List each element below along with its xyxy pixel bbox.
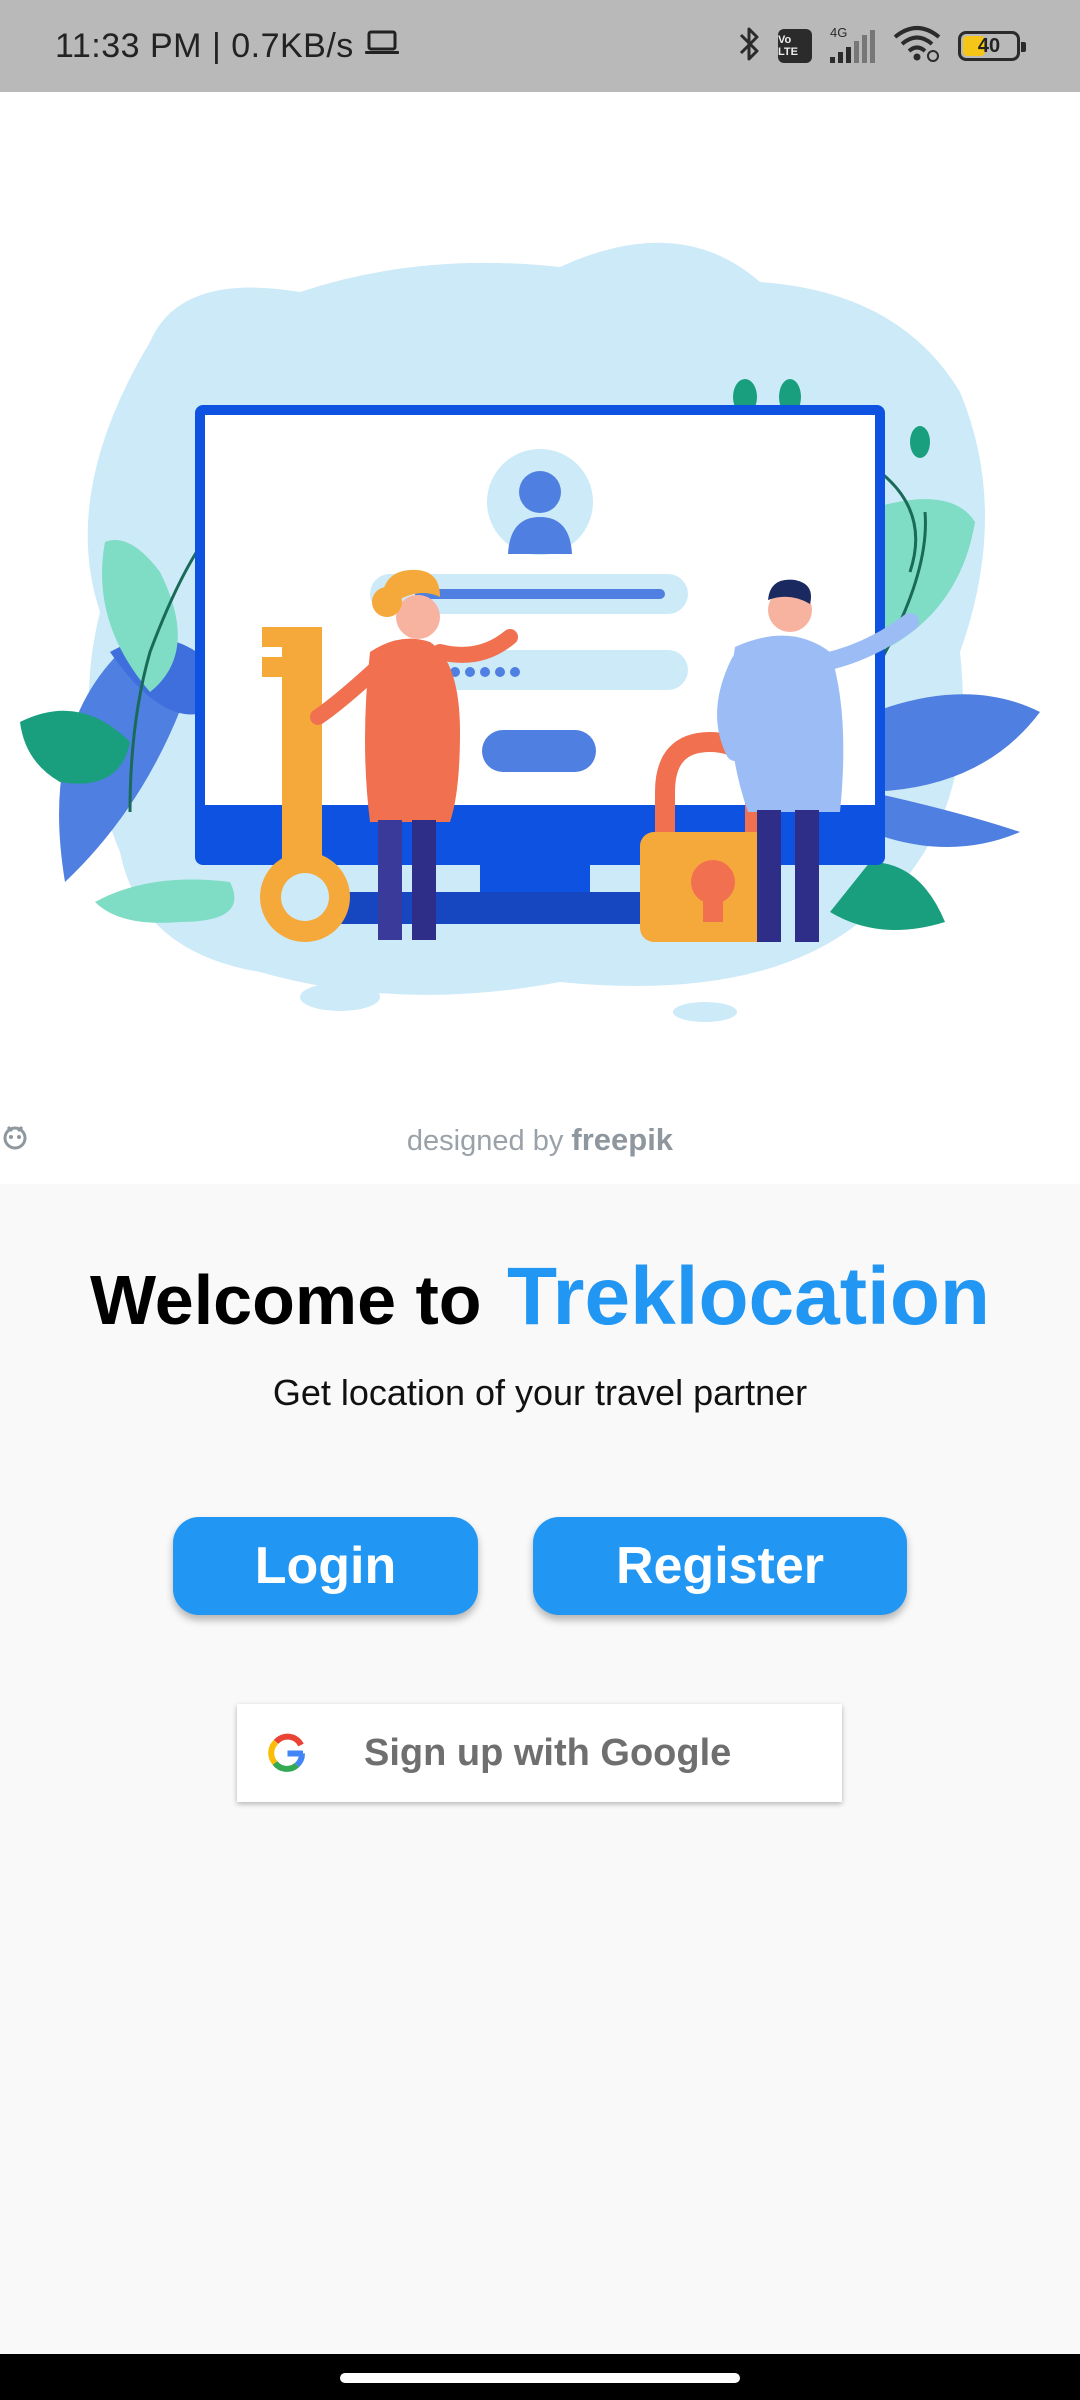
bluetooth-icon (738, 25, 762, 68)
hero-illustration-panel: designed by freepik (0, 92, 1080, 1184)
wifi-icon (892, 25, 942, 68)
welcome-heading: Welcome to Treklocation (0, 1250, 1080, 1344)
status-bar: 11:33 PM | 0.7KB/s Vo LTE 4G 40 (0, 0, 1080, 92)
register-button[interactable]: Register (533, 1517, 907, 1615)
signal-icon: 4G (828, 25, 876, 65)
battery-icon: 40 (958, 31, 1026, 61)
tagline: Get location of your travel partner (272, 1372, 808, 1413)
status-right: Vo LTE 4G 40 (738, 0, 1026, 92)
navigation-bar (0, 2354, 1080, 2400)
login-illustration (20, 242, 1040, 1022)
login-button[interactable]: Login (173, 1517, 478, 1615)
home-indicator[interactable] (340, 2373, 740, 2383)
status-time-speed: 11:33 PM | 0.7KB/s (55, 26, 354, 65)
google-signup-label: Sign up with Google (364, 1731, 732, 1774)
volte-badge: Vo LTE (778, 29, 812, 63)
google-icon (267, 1733, 307, 1778)
status-left: 11:33 PM | 0.7KB/s (55, 0, 400, 92)
laptop-icon (364, 27, 400, 66)
credit-brand: freepik (571, 1122, 674, 1157)
battery-level: 40 (977, 34, 1001, 57)
welcome-prefix: Welcome to (89, 1261, 482, 1339)
app-name: Treklocation (506, 1251, 991, 1342)
google-signup-button[interactable]: Sign up with Google (237, 1704, 842, 1802)
freepik-credit: designed by freepik (0, 1122, 1080, 1158)
credit-prefix: designed by (406, 1125, 564, 1157)
